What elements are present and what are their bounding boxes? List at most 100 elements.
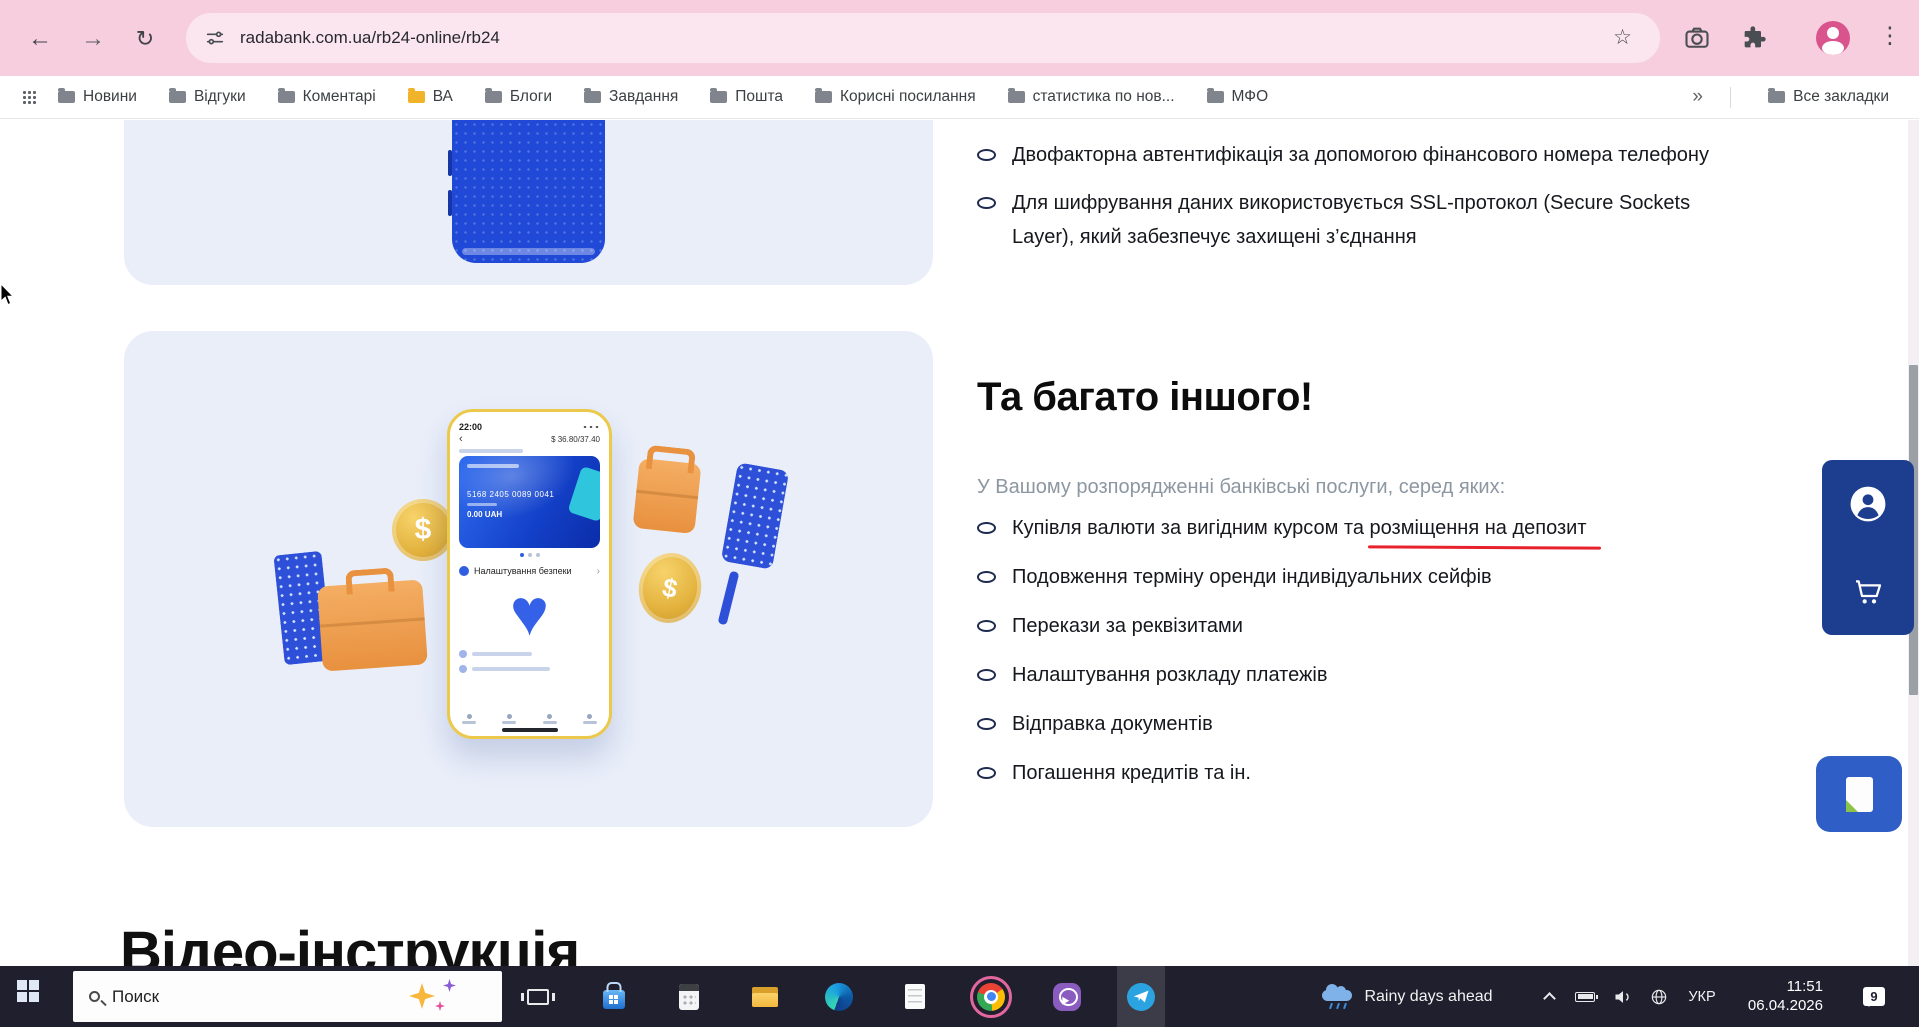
- taskbar-app-file-explorer[interactable]: [741, 966, 789, 1027]
- volume-tray-icon[interactable]: [1606, 966, 1640, 1027]
- shield-icon: [459, 566, 469, 576]
- bookmark-korysni-posylannia[interactable]: Корисні посилання: [815, 88, 976, 106]
- taskbar-app-chrome[interactable]: [967, 966, 1015, 1027]
- bookmark-label: Корисні посилання: [840, 88, 976, 105]
- taskbar-app-notes[interactable]: [891, 966, 939, 1027]
- card-label-bar: [467, 503, 497, 506]
- security-item: Для шифрування даних використовується SS…: [977, 186, 1717, 254]
- service-text: Купівля валюти за вигідним курсом та роз…: [1012, 517, 1586, 540]
- bookmark-label: Блоги: [509, 88, 553, 105]
- services-illustration-card: $ $ 22:00 ‹ $ 36.80/37.40 5168 2405 0089…: [124, 331, 933, 827]
- search-icon: [89, 991, 100, 1002]
- bookmark-poshta[interactable]: Пошта: [710, 88, 783, 106]
- bookmark-zavdannia[interactable]: Завдання: [584, 88, 678, 106]
- clock-time: 11:51: [1786, 978, 1823, 995]
- address-bar[interactable]: radabank.com.ua/rb24-online/rb24 ☆: [186, 13, 1660, 63]
- bookmark-label: Відгуки: [193, 88, 246, 105]
- folder-icon: [1768, 88, 1786, 103]
- taskbar-app-viber[interactable]: [1043, 966, 1091, 1027]
- rain-cloud-icon: [1322, 983, 1354, 1010]
- floating-action-panel: [1822, 460, 1914, 635]
- blue-card-illustration: [720, 462, 790, 570]
- folder-icon: [1206, 88, 1224, 103]
- reload-button[interactable]: ↻: [128, 22, 162, 56]
- phone-mockup: 22:00 ‹ $ 36.80/37.40 5168 2405 0089 004…: [447, 409, 612, 739]
- url-text[interactable]: radabank.com.ua/rb24-online/rb24: [240, 28, 500, 48]
- taskbar-app-edge[interactable]: [815, 966, 863, 1027]
- profile-avatar[interactable]: [1816, 21, 1850, 55]
- viber-icon: [1053, 982, 1081, 1011]
- browser-menu-icon[interactable]: ⋮: [1878, 22, 1902, 49]
- bookmark-statystyka[interactable]: статистика по нов...: [1007, 88, 1175, 106]
- bullet-oval-icon: [977, 620, 996, 632]
- briefcase-right-illustration: [632, 457, 702, 535]
- back-button[interactable]: ←: [23, 22, 57, 56]
- apps-grid-icon[interactable]: [22, 90, 36, 104]
- account-button[interactable]: [1822, 460, 1914, 547]
- cart-icon: [1856, 579, 1882, 603]
- folder-icon: [484, 88, 502, 103]
- security-text: Для шифрування даних використовується SS…: [1012, 192, 1691, 248]
- bookmarks-overflow-chevron[interactable]: »: [1692, 86, 1703, 108]
- briefcase-left-illustration: [317, 579, 428, 672]
- cart-button[interactable]: [1822, 548, 1914, 635]
- all-bookmarks-button[interactable]: Все закладки: [1768, 88, 1889, 106]
- battery-tray-icon[interactable]: [1568, 966, 1602, 1027]
- network-tray-icon[interactable]: [1642, 966, 1676, 1027]
- bookmark-mfo[interactable]: МФО: [1206, 88, 1269, 106]
- bullet-oval-icon: [977, 197, 996, 209]
- tray-expand-button[interactable]: [1535, 966, 1563, 1027]
- taskbar-weather-widget[interactable]: Rainy days ahead: [1290, 966, 1525, 1027]
- service-text: Налаштування розкладу платежів: [1012, 663, 1328, 686]
- camera-icon[interactable]: [1683, 24, 1711, 52]
- folder-icon: [58, 88, 75, 103]
- list-row-icon: [459, 650, 467, 658]
- bookmark-label: МФО: [1231, 88, 1269, 105]
- taskbar-app-calculator[interactable]: [665, 966, 713, 1027]
- bookmark-label: ВА: [432, 88, 453, 105]
- weather-text: Rainy days ahead: [1364, 987, 1493, 1005]
- bullet-oval-icon: [977, 149, 996, 161]
- blue-phone-illustration: [448, 120, 605, 263]
- section-subtitle: У Вашому розпорядженні банківські послуг…: [977, 476, 1506, 498]
- edge-browser-icon: [825, 982, 853, 1011]
- security-item: Двофакторна автентифікація за допомогою …: [977, 138, 1717, 172]
- bookmarks-bar: Новини Відгуки Коментарі ВА Блоги Завдан…: [0, 76, 1919, 119]
- taskbar-app-store[interactable]: [590, 966, 638, 1027]
- bookmark-va[interactable]: ВА: [407, 88, 453, 106]
- phone-bottom-nav: [462, 714, 597, 724]
- bullet-oval-icon: [977, 571, 996, 583]
- taskbar-search-box[interactable]: Поиск: [73, 971, 502, 1022]
- taskbar-app-telegram[interactable]: [1117, 966, 1165, 1027]
- folder-icon: [584, 88, 602, 103]
- browser-toolbar: ← → ↻ radabank.com.ua/rb24-online/rb24 ☆…: [0, 0, 1919, 76]
- task-view-button[interactable]: [514, 966, 562, 1027]
- folder-icon-yellow: [407, 88, 425, 103]
- page-content: Двофакторна автентифікація за допомогою …: [0, 120, 1919, 1027]
- notification-center-button[interactable]: 9: [1852, 966, 1896, 1027]
- bookmark-blohy[interactable]: Блоги: [484, 88, 553, 106]
- bookmark-komentari[interactable]: Коментарі: [277, 88, 376, 106]
- folder-icon: [168, 88, 186, 103]
- bookmark-vidhuky[interactable]: Відгуки: [168, 88, 246, 106]
- phone-statusbar: 22:00: [459, 421, 600, 433]
- clock-widget[interactable]: 11:51 06.04.2026: [1708, 977, 1823, 1015]
- bullet-oval-icon: [977, 718, 996, 730]
- telegram-icon: [1127, 982, 1155, 1011]
- service-text: Відправка документів: [1012, 712, 1213, 735]
- folder-icon: [815, 88, 833, 103]
- forward-button[interactable]: →: [76, 22, 110, 56]
- site-settings-icon[interactable]: [204, 27, 226, 49]
- phone-page-dots: [459, 553, 600, 557]
- phone-home-indicator: [501, 728, 558, 732]
- bookmark-star-icon[interactable]: ☆: [1613, 25, 1632, 50]
- extensions-icon[interactable]: [1740, 24, 1768, 52]
- dollar-sign: $: [659, 571, 681, 604]
- bookmark-novyny[interactable]: Новини: [58, 88, 137, 106]
- pencil-illustration: [717, 570, 740, 626]
- screen: ← → ↻ radabank.com.ua/rb24-online/rb24 ☆…: [0, 0, 1919, 1027]
- bookmark-label: Пошта: [735, 88, 784, 105]
- document-widget-button[interactable]: [1816, 756, 1902, 832]
- start-button[interactable]: [10, 966, 58, 1027]
- service-item: Купівля валюти за вигідним курсом та роз…: [977, 511, 1717, 545]
